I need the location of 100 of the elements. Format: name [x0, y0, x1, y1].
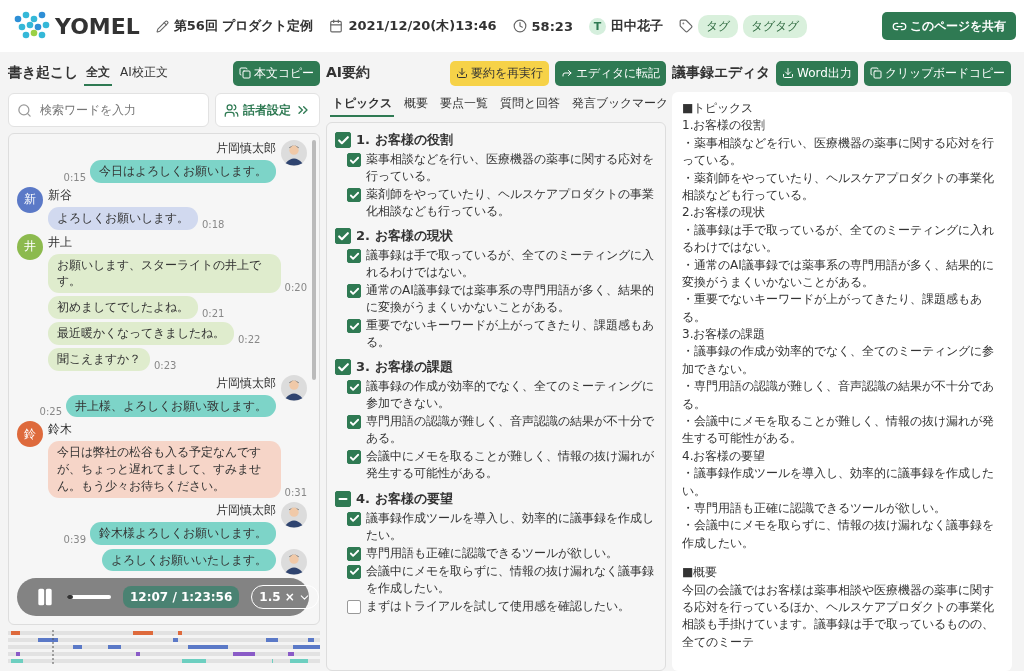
- topic-item-text: 議事録の作成が効率的でなく、全てのミーティングに参加できない。: [366, 378, 655, 413]
- check-icon: [348, 381, 360, 393]
- checkbox[interactable]: [347, 319, 361, 334]
- topic-item-text: 議事録作成ツールを導入し、効率的に議事録を作成したい。: [366, 509, 655, 544]
- checkbox[interactable]: [347, 284, 361, 299]
- speaker-name: 新谷: [48, 186, 72, 204]
- summary-tab[interactable]: 概要: [402, 92, 430, 117]
- checkbox[interactable]: [347, 249, 361, 264]
- message-time: 0:21: [202, 308, 225, 319]
- editor-line: ・専門用語の認識が難しく、音声認識の結果が不十分である。: [682, 378, 995, 413]
- summary-tab[interactable]: 発言ブックマーク: [570, 92, 670, 117]
- copy-icon: [869, 67, 882, 79]
- speaker-name: 鈴木: [48, 421, 72, 439]
- message-bubble: 鈴木様よろしくお願いします。: [90, 521, 276, 545]
- calendar-icon: [329, 19, 344, 33]
- playback-time: 12:07 / 1:23:56: [123, 586, 240, 608]
- topic-title: 3. お客様の課題: [356, 358, 453, 377]
- speaker-name: 片岡慎太郎: [216, 501, 276, 519]
- message-time: 0:15: [63, 171, 86, 183]
- message-bubble: 今日は弊社の松谷も入る予定なんですが、ちょっと遅れてまして、すみません。もう少々お待ちください。: [48, 441, 281, 498]
- speaker-settings-button[interactable]: 話者設定: [215, 93, 320, 127]
- meeting-datetime: 2021/12/20(木)13:46: [348, 17, 497, 35]
- message-bubble: お願いします、スターライトの井上です。: [48, 253, 281, 294]
- meeting-duration: 58:23: [531, 18, 573, 34]
- word-export-button[interactable]: Word出力: [776, 60, 858, 86]
- transfer-to-editor-button[interactable]: エディタに転記: [555, 60, 666, 86]
- editor-line: ・会議中にメモを取らずに、情報の抜け漏れなく議事録を作成したい。: [682, 517, 995, 552]
- editor-line: ・議事録作成ツールを導入し、効率的に議事録を作成したい。: [682, 465, 995, 500]
- topic-item-text: 専門用語も正確に認識できるツールが欲しい。: [366, 544, 618, 562]
- checkbox[interactable]: [347, 153, 361, 167]
- rerun-summary-button[interactable]: 要約を再実行: [450, 60, 549, 86]
- editor-line: ・専門用語も正確に認識できるツールが欲しい。: [682, 500, 947, 517]
- message-time: 0:18: [202, 218, 225, 230]
- summary-tab[interactable]: 質問と回答: [498, 92, 562, 117]
- message-time: 0:20: [284, 282, 307, 294]
- summary-title: AI要約: [326, 64, 371, 82]
- download-icon: [782, 67, 794, 79]
- editor-line: ・薬事相談などを行い、医療機器の薬事に関する応対を行っている。: [682, 134, 995, 170]
- editor-line: 今回の会議ではお客様は薬事相談や医療機器の薬事に関する応対を行っているほか、ヘルスケアプロダクトの事業化相談も手掛けています。議事録は手で取っているものの、全てのミーテ: [682, 581, 995, 651]
- message-time: 0:22: [238, 333, 261, 345]
- checkbox[interactable]: [335, 359, 351, 376]
- checkbox[interactable]: [335, 132, 351, 148]
- editor-line: ・薬剤師をやっていたり、ヘルスケアプロダクトの事業化相談なども行っている。: [682, 169, 995, 204]
- topic-item-text: 薬剤師をやっていたり、ヘルスケアプロダクトの事業化相談なども行っている。: [366, 186, 655, 221]
- copy-icon: [239, 67, 251, 79]
- share-button[interactable]: このページを共有: [882, 12, 1016, 40]
- editor-title: 議事録エディタ: [672, 64, 770, 82]
- check-icon: [348, 548, 360, 560]
- editor-line: ・通常のAI議事録では薬事系の専門用語が多く、結果的に変換がうまくいかないことがある。: [682, 256, 995, 291]
- tag-chip[interactable]: タグタグ: [742, 14, 807, 38]
- message-bubble: 今日はよろしくお願いします。: [90, 160, 276, 183]
- message-time: 0:31: [284, 486, 307, 498]
- check-icon: [348, 566, 360, 578]
- check-icon: [336, 360, 350, 374]
- pause-button[interactable]: [35, 587, 55, 607]
- editor-line: ・重要でないキーワードが上がってきたり、課題感もある。: [682, 291, 983, 326]
- forward-arrow-icon: [561, 67, 573, 79]
- search-input[interactable]: 検索ワードを入力: [38, 102, 168, 118]
- checkbox[interactable]: [347, 380, 361, 395]
- checkbox[interactable]: [347, 188, 361, 203]
- clipboard-copy-button[interactable]: クリップボードコピー: [863, 60, 1011, 86]
- seek-slider[interactable]: [67, 595, 111, 599]
- tag-chip[interactable]: タグ: [697, 14, 738, 38]
- summary-tab[interactable]: トピックス: [330, 92, 394, 117]
- checkbox[interactable]: [335, 490, 351, 507]
- brand-name: YOMEL: [55, 13, 140, 39]
- editor-line: ・議事録の作成が効率的でなく、全てのミーティングに参加できない。: [682, 343, 995, 378]
- checkbox[interactable]: [347, 564, 361, 579]
- message-bubble: よろしくお願いします。: [48, 206, 198, 230]
- topic-item-text: 通常のAI議事録では薬事系の専門用語が多く、結果的に変換がうまくいかないことがある。: [366, 282, 655, 317]
- transcript-tab[interactable]: 全文: [84, 60, 112, 86]
- checkbox[interactable]: [347, 599, 361, 614]
- checkbox[interactable]: [347, 511, 361, 526]
- check-icon: [348, 513, 360, 524]
- checkbox[interactable]: [347, 546, 361, 561]
- editor-line: 1.お客様の役割: [682, 117, 767, 135]
- check-icon: [348, 250, 360, 262]
- editor-line: ・会議中にメモを取ることが難しく、情報の抜け漏れが発生する可能性がある。: [682, 413, 995, 448]
- check-icon: [348, 189, 360, 201]
- person-avatar-icon: [281, 140, 307, 166]
- search-field[interactable]: 検索ワードを入力: [8, 93, 209, 127]
- checkbox[interactable]: [335, 228, 351, 245]
- editor-line: ■トピックス: [682, 100, 755, 117]
- check-icon: [348, 285, 360, 297]
- editor-line: 2.お客様の現状: [682, 204, 767, 222]
- checkbox[interactable]: [347, 450, 361, 465]
- message-bubble: よろしくお願いいたします。: [102, 548, 276, 572]
- checkbox[interactable]: [347, 415, 361, 430]
- scrollbar[interactable]: [312, 140, 316, 380]
- summary-tab[interactable]: 要点一覧: [438, 92, 490, 117]
- message-time: 0:25: [39, 406, 62, 418]
- copy-text-button[interactable]: 本文コピー: [233, 60, 320, 86]
- message-bubble: 聞こえますか？: [48, 347, 150, 371]
- pencil-icon[interactable]: [155, 19, 169, 33]
- topic-title: 1. お客様の役割: [356, 131, 453, 149]
- speaker-avatar: 新: [17, 186, 43, 213]
- topic-item-text: まずはトライアルを試して使用感を確認したい。: [366, 597, 630, 615]
- transcript-tab[interactable]: AI校正文: [118, 60, 170, 86]
- speaker-name: 片岡慎太郎: [216, 374, 276, 392]
- person-avatar-icon: [281, 501, 307, 528]
